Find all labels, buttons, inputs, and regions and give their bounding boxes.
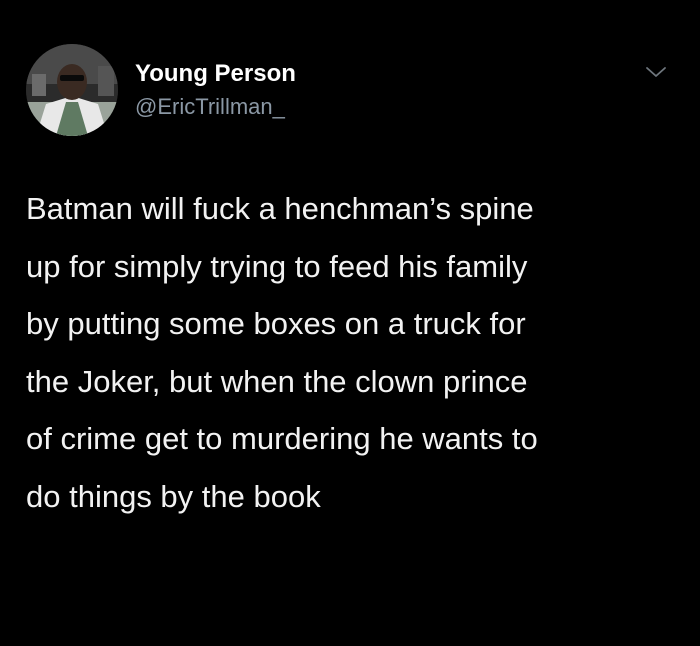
chevron-down-icon <box>646 67 666 77</box>
profile-photo-icon <box>26 44 118 136</box>
more-options-button[interactable] <box>644 62 668 82</box>
tweet-text: Batman will fuck a henchman’s spine up f… <box>26 191 538 514</box>
author-display-name[interactable]: Young Person <box>135 60 296 88</box>
avatar[interactable] <box>26 44 118 136</box>
author-handle[interactable]: @EricTrillman_ <box>135 94 285 120</box>
tweet-card: Young Person @EricTrillman_ Batman will … <box>0 0 700 646</box>
